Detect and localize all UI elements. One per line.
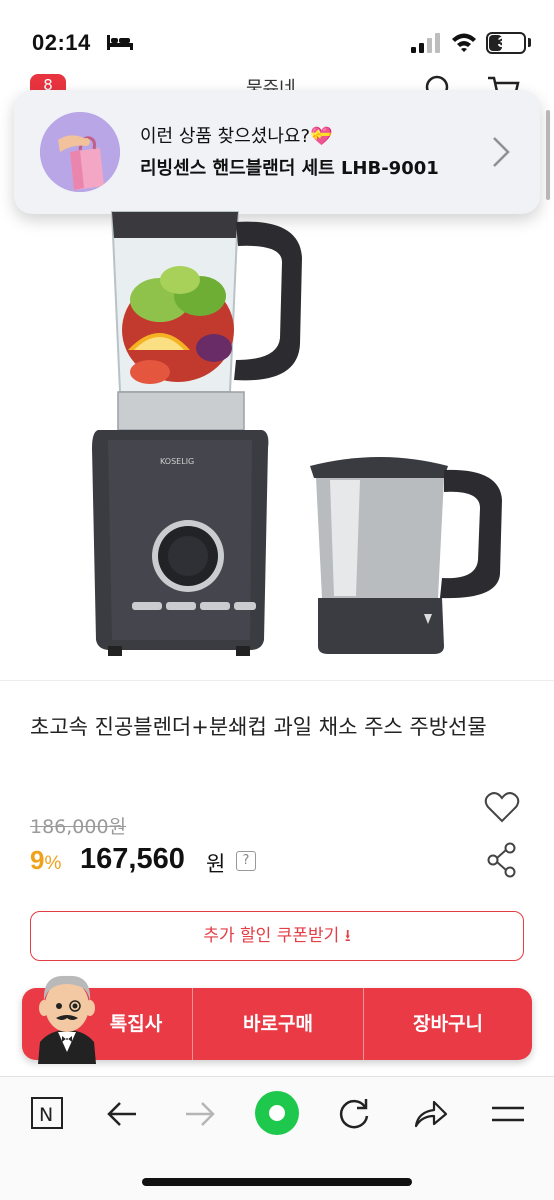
discount-value: 9 <box>30 845 45 875</box>
share-icon[interactable] <box>486 842 518 878</box>
battery-indicator: 37 <box>486 32 526 54</box>
menu-icon[interactable] <box>488 1094 528 1134</box>
back-arrow-icon[interactable] <box>102 1094 142 1134</box>
shopping-bag-avatar <box>40 112 120 192</box>
shopping-bag-hand-icon <box>40 112 120 192</box>
product-suggestion-popup[interactable]: 이런 상품 찾으셨나요?💝 리빙센스 핸드블랜더 세트 LHB-9001 <box>14 90 540 214</box>
price-help-button[interactable]: ? <box>236 851 256 871</box>
sleep-focus-icon <box>107 35 133 50</box>
heart-icon[interactable] <box>484 790 520 824</box>
suggestion-heading: 이런 상품 찾으셨나요?💝 <box>140 126 333 147</box>
original-price: 186,000원 <box>30 816 127 838</box>
forward-arrow-icon[interactable] <box>180 1094 220 1134</box>
wifi-icon <box>452 33 476 52</box>
suggestion-product-name: 리빙센스 핸드블랜더 세트 LHB-9001 <box>140 158 439 179</box>
naver-n-label: N <box>39 1104 53 1126</box>
product-title: 초고속 진공블렌더+분쇄컵 과일 채소 주스 주방선물 <box>30 715 487 739</box>
status-bar: 02:14 37 <box>0 0 554 64</box>
green-home-icon[interactable] <box>254 1090 300 1136</box>
coupon-download-button[interactable]: 추가 할인 쿠폰받기 ⭳ <box>30 911 524 961</box>
chevron-right-icon[interactable] <box>490 134 512 170</box>
product-image[interactable]: KOSELIG <box>0 200 554 678</box>
sale-price: 167,560 <box>80 843 185 875</box>
share-arrow-icon[interactable] <box>410 1094 450 1134</box>
battery-cap <box>528 38 531 47</box>
svg-text:KOSELIG: KOSELIG <box>160 457 194 466</box>
reload-icon[interactable] <box>334 1094 374 1134</box>
home-indicator[interactable] <box>142 1178 412 1186</box>
add-to-cart-button[interactable]: 장바구니 <box>364 988 532 1060</box>
image-divider <box>0 680 554 681</box>
buy-now-button[interactable]: 바로구매 <box>193 988 363 1060</box>
naver-n-icon[interactable]: N <box>28 1094 68 1134</box>
butler-mascot-icon <box>38 975 96 1064</box>
discount-sign: % <box>44 853 62 874</box>
status-time: 02:14 <box>32 30 91 55</box>
sale-price-unit: 원 <box>206 852 226 876</box>
battery-percent: 37 <box>497 34 515 51</box>
scroll-indicator[interactable] <box>546 110 550 200</box>
cellular-signal-icon <box>411 33 440 53</box>
discount-rate: 9% <box>30 845 61 876</box>
